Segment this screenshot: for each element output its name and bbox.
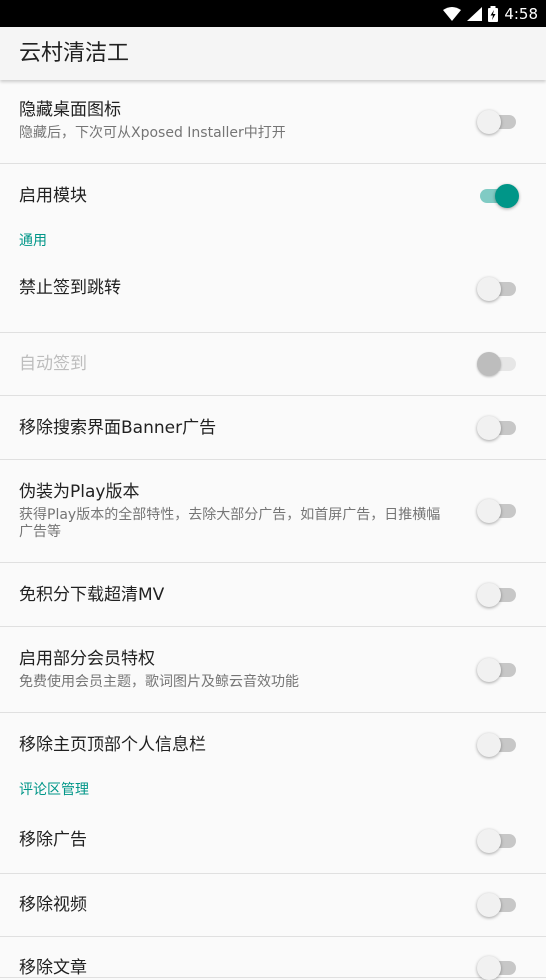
- pref-remove-video[interactable]: 移除视频: [0, 874, 546, 937]
- category-comments: 评论区管理: [0, 777, 546, 811]
- remove-search-banner-switch[interactable]: [477, 416, 516, 440]
- settings-list: 隐藏桌面图标 隐藏后，下次可从Xposed Installer中打开 启用模块 …: [0, 80, 546, 980]
- hide-icon-switch[interactable]: [477, 110, 516, 134]
- disable-signin-jump-switch[interactable]: [477, 277, 516, 301]
- enable-module-switch[interactable]: [480, 184, 519, 208]
- remove-profile-bar-switch[interactable]: [477, 733, 516, 757]
- pref-summary: 隐藏后，下次可从Xposed Installer中打开: [19, 125, 286, 141]
- pref-remove-profile-bar[interactable]: 移除主页顶部个人信息栏: [0, 713, 546, 777]
- category-label: 评论区管理: [19, 782, 89, 798]
- category-label: 通用: [19, 233, 47, 249]
- pref-title: 免积分下载超清MV: [19, 585, 165, 605]
- pref-hide-desktop-icon[interactable]: 隐藏桌面图标 隐藏后，下次可从Xposed Installer中打开: [0, 80, 546, 164]
- wifi-icon: [443, 6, 462, 21]
- app-title: 云村清洁工: [19, 41, 130, 66]
- pref-title: 移除主页顶部个人信息栏: [19, 735, 206, 755]
- remove-video-switch[interactable]: [477, 893, 516, 917]
- app-bar: 云村清洁工: [0, 27, 546, 80]
- pref-auto-signin: 自动签到: [0, 333, 546, 396]
- pref-title: 隐藏桌面图标: [19, 100, 121, 120]
- status-icons: 4:58: [443, 0, 538, 27]
- remove-ads-switch[interactable]: [477, 829, 516, 853]
- vip-features-switch[interactable]: [477, 658, 516, 682]
- clock-time: 4:58: [504, 4, 538, 23]
- pref-free-mv-download[interactable]: 免积分下载超清MV: [0, 563, 546, 627]
- pref-summary: 获得Play版本的全部特性，去除大部分广告，如首屏广告，日推横幅广告等: [19, 507, 441, 540]
- fake-play-switch[interactable]: [477, 499, 516, 523]
- status-bar: 4:58: [0, 0, 546, 27]
- pref-fake-play-version[interactable]: 伪装为Play版本 获得Play版本的全部特性，去除大部分广告，如首屏广告，日推…: [0, 460, 546, 563]
- pref-vip-features[interactable]: 启用部分会员特权 免费使用会员主题，歌词图片及鲸云音效功能: [0, 627, 546, 713]
- pref-remove-article[interactable]: 移除文章: [0, 937, 546, 980]
- free-mv-switch[interactable]: [477, 583, 516, 607]
- pref-enable-module[interactable]: 启用模块: [0, 164, 546, 228]
- battery-charging-icon: [488, 5, 499, 22]
- pref-disable-signin-jump[interactable]: 禁止签到跳转: [0, 269, 546, 333]
- pref-title: 启用模块: [19, 186, 87, 206]
- cellular-signal-icon: [467, 6, 483, 21]
- category-general: 通用: [0, 228, 546, 269]
- pref-remove-search-banner[interactable]: 移除搜索界面Banner广告: [0, 396, 546, 460]
- auto-signin-switch: [477, 352, 516, 376]
- pref-title: 移除视频: [19, 895, 87, 915]
- remove-article-switch[interactable]: [477, 956, 516, 980]
- pref-title: 移除搜索界面Banner广告: [19, 418, 217, 438]
- pref-title: 启用部分会员特权: [19, 649, 155, 669]
- pref-remove-ads[interactable]: 移除广告: [0, 811, 546, 874]
- pref-title: 伪装为Play版本: [19, 482, 140, 502]
- pref-title: 禁止签到跳转: [19, 278, 121, 298]
- pref-summary: 免费使用会员主题，歌词图片及鲸云音效功能: [19, 674, 299, 690]
- pref-title: 移除广告: [19, 830, 87, 850]
- pref-title: 移除文章: [19, 958, 87, 978]
- pref-title: 自动签到: [19, 354, 87, 374]
